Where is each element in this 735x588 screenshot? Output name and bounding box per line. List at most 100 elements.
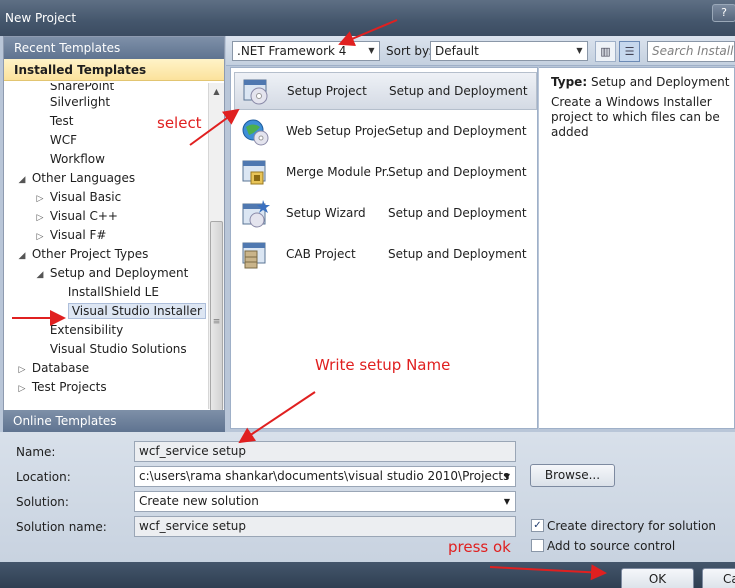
tree-item-label: Visual C++ (49, 209, 118, 223)
tree-item[interactable]: InstallShield LE (4, 283, 207, 302)
cancel-button[interactable]: Ca (702, 568, 735, 588)
solution-value: Create new solution (139, 494, 259, 508)
search-installed-input[interactable]: Search Installed Te (647, 41, 735, 62)
scroll-up-icon[interactable]: ▲ (209, 83, 224, 100)
template-type: Setup and Deployment (388, 247, 527, 261)
tree-item-label: Workflow (49, 152, 105, 166)
installed-templates-header[interactable]: Installed Templates (4, 59, 224, 81)
tree-item-label: Visual Studio Installer (67, 303, 206, 319)
tree-item[interactable]: Extensibility (4, 321, 207, 340)
template-row[interactable]: Setup Project Setup and Deployment (234, 72, 537, 110)
web-setup-project-icon (241, 117, 271, 147)
tree-item-label: Test Projects (31, 380, 107, 394)
template-details-pane: Type: Setup and Deployment Create a Wind… (539, 67, 735, 429)
tree-item[interactable]: ◢ Setup and Deployment (4, 264, 207, 283)
list-view-button[interactable]: ☰ (619, 41, 640, 62)
chevron-down-icon: ▼ (503, 472, 511, 481)
annotation-select: select (157, 114, 202, 132)
source-control-checkbox[interactable] (531, 539, 544, 552)
location-value: c:\users\rama shankar\documents\visual s… (139, 469, 510, 483)
title-bar: New Project ? (0, 0, 735, 36)
tree-item-label: Other Project Types (31, 247, 149, 261)
template-list: Setup Project Setup and Deployment Web Set… (230, 67, 538, 429)
collapsed-triangle-icon[interactable]: ▷ (16, 380, 28, 399)
tree-item[interactable]: ◢ Other Project Types (4, 245, 207, 264)
chevron-down-icon: ▼ (368, 46, 375, 55)
online-templates-header[interactable]: Online Templates (3, 410, 225, 432)
source-control-label: Add to source control (547, 539, 676, 553)
browse-button[interactable]: Browse... (530, 464, 615, 487)
template-name: Setup Project (287, 84, 367, 98)
recent-templates-header[interactable]: Recent Templates (4, 37, 224, 59)
create-directory-checkbox[interactable]: ✓ (531, 519, 544, 532)
tree-item[interactable]: SharePoint (4, 83, 207, 93)
template-type: Setup and Deployment (389, 84, 528, 98)
name-input[interactable]: wcf_service setup (134, 441, 516, 462)
template-row[interactable]: Setup Wizard Setup and Deployment (234, 195, 537, 233)
window-title: New Project (5, 11, 77, 25)
ok-button[interactable]: OK (621, 568, 694, 588)
template-name: Web Setup Project (286, 124, 388, 138)
tree-item[interactable]: WCF (4, 131, 207, 150)
template-toolbar: .NET Framework 4 ▼ Sort by: Default ▼ ▥ … (226, 36, 735, 66)
annotation-press-ok: press ok (448, 538, 511, 556)
sort-by-label: Sort by: (386, 44, 433, 58)
template-description: Create a Windows Installer project to wh… (551, 95, 720, 139)
template-type: Type: Setup and Deployment (551, 75, 734, 89)
framework-select[interactable]: .NET Framework 4 ▼ (232, 41, 380, 61)
tree-item[interactable]: ▷ Test Projects (4, 378, 207, 397)
template-row[interactable]: CAB Project Setup and Deployment (234, 236, 537, 274)
tree-item-label: InstallShield LE (67, 285, 159, 299)
template-type: Setup and Deployment (388, 206, 527, 220)
create-directory-label: Create directory for solution (547, 519, 717, 533)
tree-item-label: Other Languages (31, 171, 136, 185)
tree-item[interactable]: Visual Studio Installer (4, 302, 207, 321)
tree-item-label: Visual Studio Solutions (49, 342, 187, 356)
solution-name-label: Solution name: (16, 520, 107, 534)
tree-item-label: Database (31, 361, 90, 375)
chevron-down-icon: ▼ (576, 46, 583, 55)
sort-by-select[interactable]: Default ▼ (430, 41, 588, 61)
type-value: Setup and Deployment (590, 75, 730, 89)
cab-project-icon (241, 240, 271, 270)
tree-item[interactable]: ▷ Visual Basic (4, 188, 207, 207)
template-name: Setup Wizard (286, 206, 366, 220)
type-label: Type: (551, 75, 588, 89)
template-type: Setup and Deployment (388, 165, 527, 179)
tree-item[interactable]: ▷ Visual C++ (4, 207, 207, 226)
tree-item-label: Test (49, 114, 74, 128)
solution-select[interactable]: Create new solution ▼ (134, 491, 516, 512)
button-strip: OK Ca (0, 562, 735, 588)
tree-scrollbar[interactable]: ▲ ≡ ▼ (208, 83, 224, 449)
sort-by-value: Default (435, 44, 479, 58)
tree-item-label: Visual Basic (49, 190, 122, 204)
location-label: Location: (16, 470, 71, 484)
tree-item[interactable]: ◢ Other Languages (4, 169, 207, 188)
tree-item[interactable]: Silverlight (4, 93, 207, 112)
tree-item-label: Silverlight (49, 95, 111, 109)
template-categories-pane: Recent Templates Installed Templates Sha… (3, 36, 225, 449)
solution-name-input[interactable]: wcf_service setup (134, 516, 516, 537)
location-combo[interactable]: c:\users\rama shankar\documents\visual s… (134, 466, 516, 487)
setup-project-icon (242, 77, 272, 107)
tree-item[interactable]: Visual Studio Solutions (4, 340, 207, 359)
merge-module-project-icon (241, 158, 271, 188)
tree-item[interactable]: ▷ Visual F# (4, 226, 207, 245)
small-icons-view-button[interactable]: ▥ (595, 41, 616, 62)
tree-item-label: SharePoint (49, 83, 115, 93)
tree-item[interactable]: Workflow (4, 150, 207, 169)
tree-item-label: Extensibility (49, 323, 124, 337)
template-name: Merge Module Pr... (286, 165, 388, 179)
chevron-down-icon: ▼ (503, 497, 511, 506)
name-label: Name: (16, 445, 56, 459)
solution-label: Solution: (16, 495, 69, 509)
tree-item-label: Visual F# (49, 228, 107, 242)
template-name: CAB Project (286, 247, 356, 261)
setup-wizard-icon (241, 199, 271, 229)
template-row[interactable]: Merge Module Pr... Setup and Deployment (234, 154, 537, 192)
tree-item[interactable]: ▷ Database (4, 359, 207, 378)
help-button[interactable]: ? (712, 4, 735, 22)
tree-item-label: Setup and Deployment (49, 266, 189, 280)
template-row[interactable]: Web Setup Project Setup and Deployment (234, 113, 537, 151)
scroll-thumb[interactable]: ≡ (210, 221, 223, 429)
